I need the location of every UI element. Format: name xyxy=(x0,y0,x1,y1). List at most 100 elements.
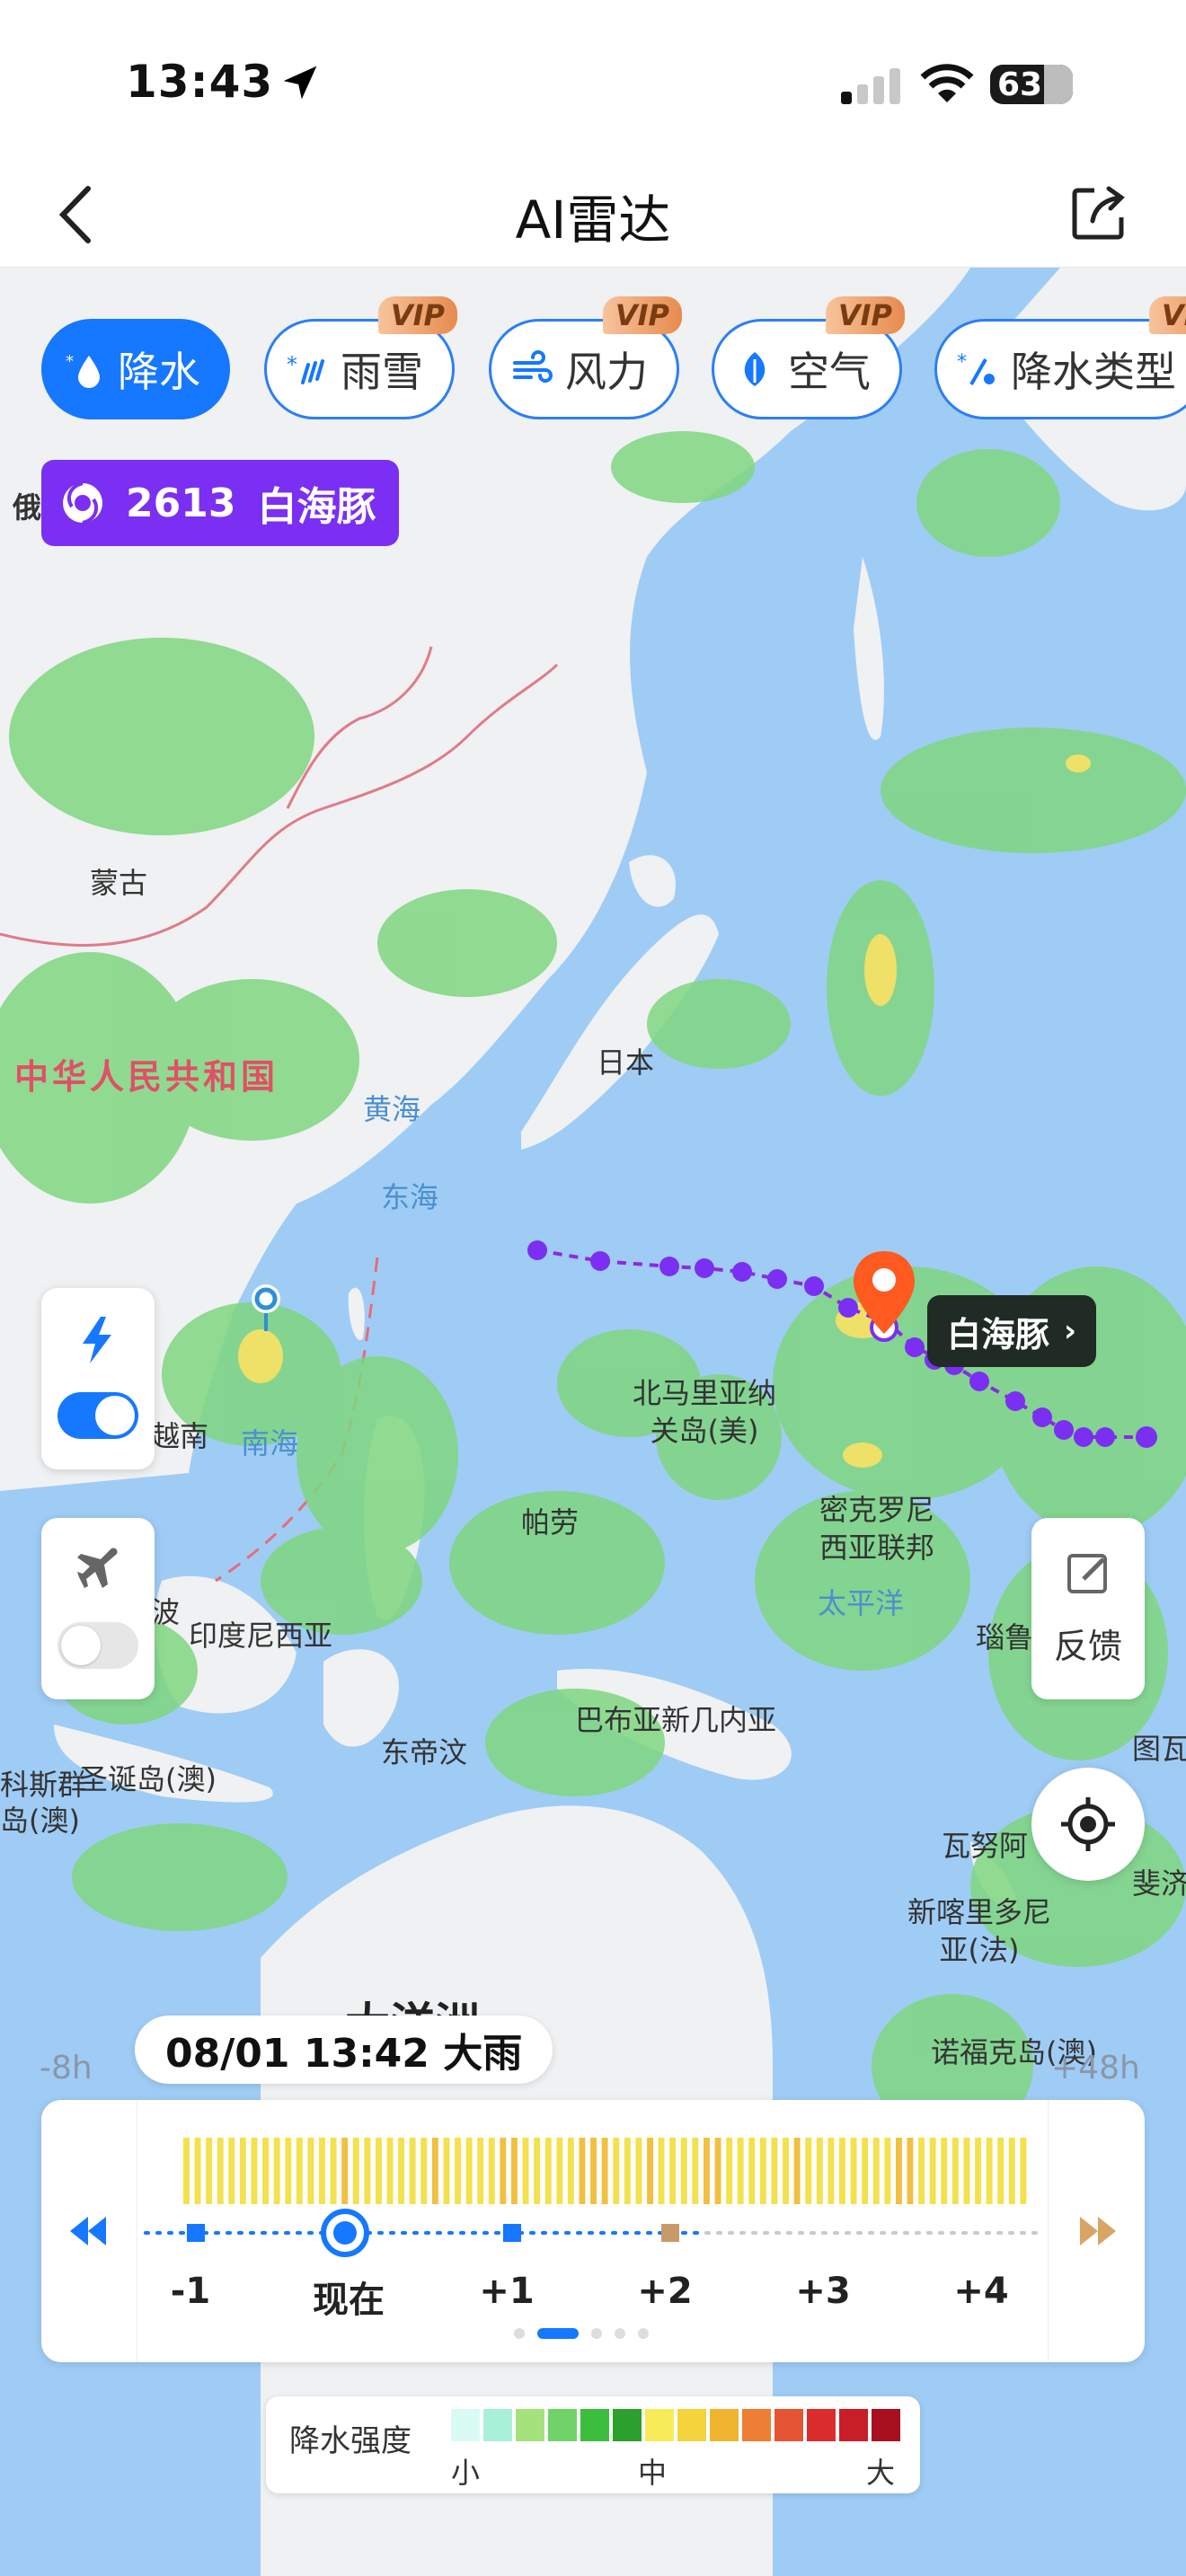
feedback-button[interactable]: 反馈 xyxy=(1031,1518,1145,1699)
typhoon-name-tag[interactable]: 白海豚 › xyxy=(927,1295,1097,1367)
precip-bar xyxy=(872,2138,880,2204)
precip-bar xyxy=(341,2138,349,2204)
layer-chip-rain[interactable]: * 降水 xyxy=(41,319,230,419)
svg-text:*: * xyxy=(957,351,967,374)
typhoon-name: 白海豚 xyxy=(257,484,376,530)
location-arrow-icon xyxy=(283,66,317,100)
precipitation-legend: 降水强度 小 中 大 xyxy=(266,2396,920,2493)
map-label-micronesia: 密克罗尼 西亚联邦 xyxy=(819,1493,935,1565)
precip-bar xyxy=(285,2138,292,2204)
precip-bar xyxy=(522,2138,529,2204)
precip-bar xyxy=(511,2138,518,2204)
layer-chip-precip-type[interactable]: * 降水类型 VIP xyxy=(934,296,1186,419)
lightning-toggle[interactable] xyxy=(58,1392,138,1439)
precip-bar xyxy=(500,2138,507,2204)
precip-bar xyxy=(273,2138,280,2204)
precip-bar xyxy=(1020,2138,1027,2204)
precip-bar xyxy=(386,2138,394,2204)
legend-swatch xyxy=(516,2409,544,2441)
map-label-mongolia: 蒙古 xyxy=(90,866,148,900)
timeline-tick[interactable]: 现在 xyxy=(313,2271,385,2323)
timeline-tick[interactable]: +1 xyxy=(479,2271,534,2312)
legend-swatch xyxy=(774,2409,803,2441)
vip-badge: VIP xyxy=(377,296,457,334)
map-label-russia: 俄 xyxy=(13,490,42,525)
layer-chip-label: 降水类型 xyxy=(1011,348,1176,396)
layer-chip-wind[interactable]: 风力 VIP xyxy=(489,296,682,419)
precip-bar xyxy=(465,2138,473,2204)
map-label-tuvalu: 图瓦 xyxy=(1132,1732,1186,1766)
precip-bar xyxy=(239,2138,246,2204)
precip-bar xyxy=(624,2138,631,2204)
lightning-icon xyxy=(83,1317,111,1363)
legend-large-label: 大 xyxy=(866,2456,896,2490)
timeline-tick[interactable]: +4 xyxy=(953,2271,1008,2312)
layer-chip-label: 降水 xyxy=(118,348,200,396)
layer-chip-label: 空气 xyxy=(788,348,871,396)
signal-icon xyxy=(841,68,900,104)
precip-bar xyxy=(771,2138,778,2204)
snow-rain-icon: * xyxy=(283,345,332,393)
precip-bar xyxy=(997,2138,1005,2204)
crosshair-icon xyxy=(1061,1797,1115,1851)
layer-chip-rain-snow[interactable]: * 雨雪 VIP xyxy=(264,296,457,419)
timeline-tick[interactable]: -1 xyxy=(171,2271,210,2312)
precip-type-icon: * xyxy=(953,345,1002,393)
precip-bar xyxy=(793,2138,801,2204)
precip-bar xyxy=(488,2138,495,2204)
precip-bar xyxy=(839,2138,845,2204)
battery-level: 63 xyxy=(997,66,1043,103)
typhoon-badge[interactable]: 2613 白海豚 xyxy=(41,460,400,546)
share-icon[interactable] xyxy=(1069,183,1128,243)
precip-bar xyxy=(963,2138,970,2204)
legend-swatch xyxy=(483,2409,512,2441)
locate-button[interactable] xyxy=(1031,1768,1145,1881)
rewind-icon[interactable] xyxy=(66,2213,110,2249)
edit-icon xyxy=(1067,1554,1107,1593)
precip-bar xyxy=(431,2138,438,2204)
precip-bar xyxy=(748,2138,756,2204)
timeline-track[interactable] xyxy=(140,2206,1046,2260)
precip-bar xyxy=(534,2138,541,2204)
chevron-right-icon: › xyxy=(1064,1313,1077,1349)
map-label-japan: 日本 xyxy=(597,1045,655,1080)
precip-bar xyxy=(896,2138,902,2204)
map-label-fiji: 斐济 xyxy=(1132,1866,1186,1901)
precip-bar xyxy=(726,2138,733,2204)
legend-swatch xyxy=(807,2409,836,2441)
legend-swatch xyxy=(872,2409,900,2441)
precip-bar xyxy=(714,2138,721,2204)
typhoon-location-pin[interactable] xyxy=(850,1249,918,1336)
precip-bar xyxy=(759,2138,766,2204)
range-start-hint: -8h xyxy=(40,2050,93,2086)
precip-bar xyxy=(194,2138,201,2204)
flight-toggle[interactable] xyxy=(58,1622,138,1669)
timeline-tick[interactable]: +2 xyxy=(637,2271,692,2312)
fast-forward-icon[interactable] xyxy=(1076,2213,1120,2249)
precip-bar xyxy=(737,2138,744,2204)
precip-bar xyxy=(601,2138,608,2204)
map-label-palau: 帕劳 xyxy=(521,1505,580,1539)
precip-bar xyxy=(975,2138,981,2204)
timeline-tick[interactable]: +3 xyxy=(795,2271,850,2312)
legend-swatch xyxy=(580,2409,609,2441)
precip-bar xyxy=(941,2138,948,2204)
precip-bar xyxy=(1008,2138,1015,2204)
leaf-icon xyxy=(730,345,779,393)
precip-bar xyxy=(556,2138,563,2204)
precip-bar xyxy=(704,2138,710,2204)
precip-bar xyxy=(986,2138,993,2204)
layer-chip-air[interactable]: 空气 VIP xyxy=(712,296,905,419)
precipitation-bars xyxy=(183,2138,1027,2204)
precip-bar xyxy=(692,2138,699,2204)
precip-bar xyxy=(544,2138,552,2204)
legend-swatch xyxy=(839,2409,868,2441)
precip-bar xyxy=(183,2138,190,2204)
precip-bar xyxy=(658,2138,665,2204)
airplane-icon xyxy=(77,1548,118,1588)
vip-badge: VIP xyxy=(602,296,682,334)
timeline-panel: -1 现在 +1 +2 +3 +4 xyxy=(41,2100,1145,2362)
precip-bar xyxy=(816,2138,823,2204)
map-label-yellow-sea: 黄海 xyxy=(363,1092,421,1126)
typhoon-icon xyxy=(63,481,102,525)
